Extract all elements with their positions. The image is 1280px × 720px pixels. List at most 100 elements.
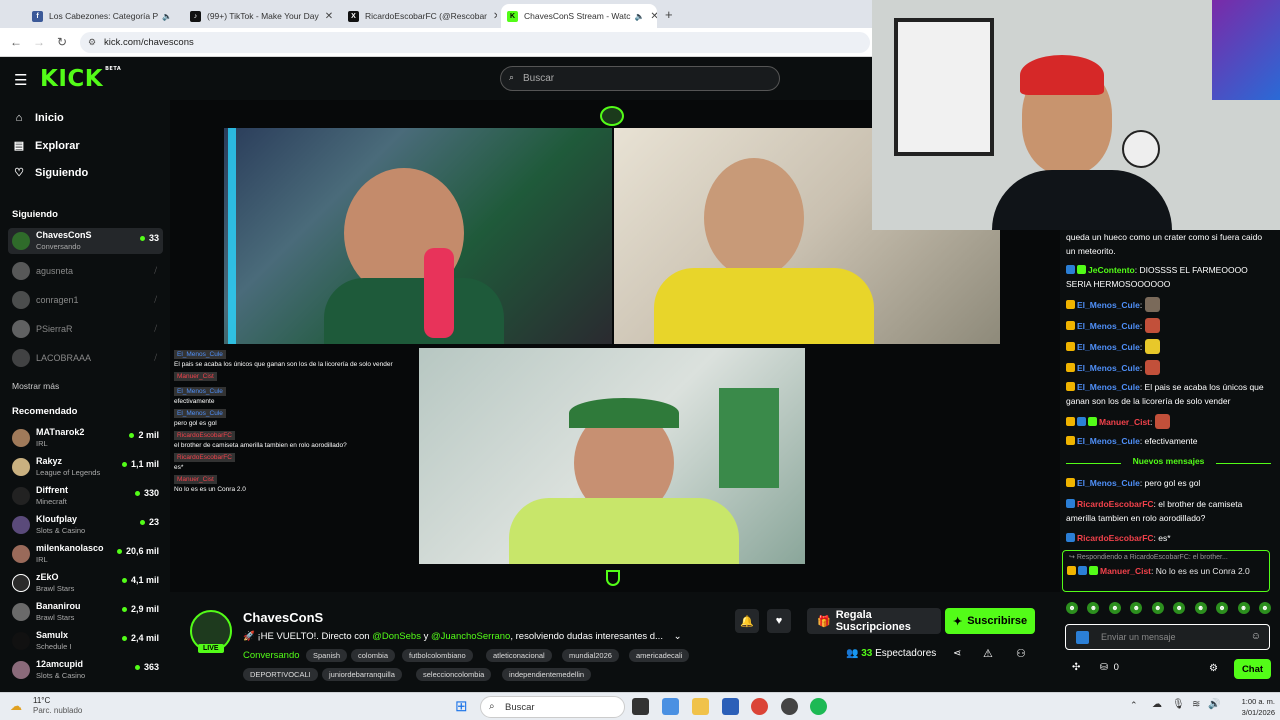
url-field[interactable]: ⚙ kick.com/chavescons <box>80 32 870 53</box>
microphone-icon[interactable]: 🎙 <box>1172 699 1185 710</box>
store-icon[interactable] <box>722 698 739 715</box>
tag[interactable]: futbolcolombiano <box>402 649 473 662</box>
site-info-icon[interactable]: ⚙ <box>88 37 96 48</box>
sidebar-item-lacobraaa[interactable]: LACOBRAAA ⧸ <box>8 345 163 371</box>
tag[interactable]: juniordebarranquilla <box>322 668 402 681</box>
chat-username[interactable]: El_Menos_Cule <box>1077 363 1140 373</box>
emote-icon[interactable]: ☻ <box>1130 602 1143 614</box>
chat-username[interactable]: El_Menos_Cule <box>1077 321 1140 331</box>
browser-tab-2[interactable]: ♪ (99+) TikTok - Make Your Day ✕ <box>184 4 334 28</box>
mention-link[interactable]: @JuanchoSerrano <box>431 631 510 642</box>
sidebar-item-agusneta[interactable]: agusneta ⧸ <box>8 258 163 284</box>
chat-username[interactable]: Manuer_Cist <box>1100 566 1151 576</box>
kick-logo[interactable]: KICK BETA <box>40 66 121 92</box>
sidebar-item-zeko[interactable]: zEkO Brawl Stars 4,1 mil <box>8 570 163 596</box>
emoji-icon[interactable]: ☺ <box>1251 631 1261 642</box>
tag[interactable]: seleccioncolombia <box>416 668 492 681</box>
emote-icon[interactable]: ☻ <box>1066 602 1078 614</box>
sidebar-item-rakyz[interactable]: Rakyz League of Legends 1,1 mil <box>8 454 163 480</box>
sidebar-item-samulx[interactable]: Samulx Schedule I 2,4 mil <box>8 628 163 654</box>
task-view-icon[interactable] <box>632 698 649 715</box>
sidebar-item-matnarok2[interactable]: MATnarok2 IRL 2 mil <box>8 425 163 451</box>
reload-icon[interactable]: ↻ <box>57 35 67 49</box>
sidebar-item-bananirou[interactable]: Bananirou Brawl Stars 2,9 mil <box>8 599 163 625</box>
back-icon[interactable]: ← <box>10 35 22 49</box>
system-clock[interactable]: 1:00 a. m. 3/01/2026 <box>1225 696 1275 718</box>
tag[interactable]: americadecali <box>629 649 690 662</box>
subscribe-button[interactable]: ✦ Suscribirse <box>945 608 1035 634</box>
nav-inicio[interactable]: ⌂ Inicio <box>12 112 64 124</box>
taskbar-search[interactable]: ⌕ Buscar <box>480 696 625 718</box>
chat-username[interactable]: El_Menos_Cule <box>1077 300 1140 310</box>
tag[interactable]: atleticonacional <box>486 649 552 662</box>
chat-username[interactable]: El_Menos_Cule <box>1077 436 1140 446</box>
windows-start-icon[interactable]: ⊞ <box>455 697 468 715</box>
search-input[interactable]: ⌕ Buscar <box>500 66 780 91</box>
volume-icon[interactable]: 🔊 <box>1208 699 1220 710</box>
emote-icon[interactable]: ☻ <box>1216 602 1229 614</box>
channel-name[interactable]: ChavesConS <box>243 610 323 625</box>
browser-tab-1[interactable]: f Los Cabezones: Categoría P 🔈 ✕ <box>26 4 176 28</box>
report-icon[interactable]: ⚠ <box>983 647 993 660</box>
tag[interactable]: mundial2026 <box>562 649 619 662</box>
tag[interactable]: colombia <box>351 649 396 662</box>
sidebar-item-psierrar[interactable]: PSierraR ⧸ <box>8 316 163 342</box>
widgets-icon[interactable] <box>662 698 679 715</box>
tag[interactable]: independientemedellin <box>502 668 592 681</box>
tray-chevron-icon[interactable]: ⌃ <box>1130 700 1138 711</box>
sidebar-item-chavescons[interactable]: ChavesConS Conversando 33 <box>8 228 163 254</box>
channel-points[interactable]: ⛁ 0 <box>1100 662 1119 673</box>
settings-gear-icon[interactable]: ⚙ <box>1209 663 1218 674</box>
stream-category[interactable]: Conversando <box>243 650 300 661</box>
forward-icon[interactable]: → <box>33 35 45 49</box>
mention-link[interactable]: @DonSebs <box>372 631 421 642</box>
chat-username[interactable]: El_Menos_Cule <box>1077 342 1140 352</box>
weather-widget[interactable]: 11°C Parc. nublado <box>33 696 82 716</box>
chat-username[interactable]: RicardoEscobarFC <box>1077 533 1154 543</box>
close-tab-icon[interactable]: ✕ <box>319 11 333 22</box>
follow-button[interactable]: ♥ <box>767 609 791 633</box>
close-tab-icon[interactable]: ✕ <box>644 11 657 22</box>
emote-icon[interactable]: ☻ <box>1194 602 1207 614</box>
wifi-icon[interactable]: ≋ <box>1192 699 1200 710</box>
chat-username[interactable]: Manuer_Cist <box>1099 417 1150 427</box>
share-icon[interactable]: ⋖ <box>953 648 961 659</box>
new-messages-divider[interactable]: Nuevos mensajes <box>1066 456 1271 470</box>
close-tab-icon[interactable]: ✕ <box>172 11 176 22</box>
tag[interactable]: DEPORTIVOCALI <box>243 668 318 681</box>
chrome-icon[interactable] <box>751 698 768 715</box>
chat-username[interactable]: JeContento <box>1088 265 1135 275</box>
emote-icon[interactable]: ☻ <box>1087 602 1100 614</box>
sidebar-item-diffrent[interactable]: Diffrent Minecraft 330 <box>8 483 163 509</box>
chat-username[interactable]: RicardoEscobarFC <box>1077 499 1154 509</box>
notification-bell-button[interactable]: 🔔 <box>735 609 759 633</box>
chat-username[interactable]: El_Menos_Cule <box>1077 382 1140 392</box>
chat-username[interactable]: El_Menos_Cule <box>1077 478 1140 488</box>
sidebar-item-milenkanolasco[interactable]: milenkanolasco IRL 20,6 mil <box>8 541 163 567</box>
emote-icon[interactable]: ☻ <box>1108 602 1121 614</box>
user-add-icon[interactable]: ⚇ <box>1016 647 1026 660</box>
send-chat-button[interactable]: Chat <box>1234 659 1271 679</box>
app-icon[interactable] <box>781 698 798 715</box>
nav-explorar[interactable]: ▤ Explorar <box>12 139 80 153</box>
emote-icon[interactable]: ☻ <box>1258 602 1271 614</box>
show-more-link[interactable]: Mostrar más <box>12 381 59 391</box>
emote-icon[interactable]: ☻ <box>1173 602 1186 614</box>
emote-icon[interactable]: ☻ <box>1237 602 1250 614</box>
browser-tab-4[interactable]: K ChavesConS Stream - Watc 🔈 ✕ <box>501 4 657 28</box>
sidebar-item-12amcupid[interactable]: 12amcupid Slots & Casino 363 <box>8 657 163 683</box>
sidebar-item-conragen1[interactable]: conragen1 ⧸ <box>8 287 163 313</box>
emote-icon[interactable]: ☻ <box>1151 602 1164 614</box>
menu-icon[interactable]: ☰ <box>14 71 27 89</box>
tag[interactable]: Spanish <box>306 649 348 662</box>
chevron-down-icon[interactable]: ⌄ <box>674 631 682 642</box>
close-tab-icon[interactable]: ✕ <box>487 11 497 22</box>
file-explorer-icon[interactable] <box>692 698 709 715</box>
gift-icon[interactable]: ✣ <box>1072 662 1080 673</box>
browser-tab-3[interactable]: X RicardoEscobarFC (@Rescobar ✕ <box>342 4 497 28</box>
chat-input[interactable]: Enviar un mensaje ☺ <box>1065 624 1270 650</box>
nav-siguiendo[interactable]: ♡ Siguiendo <box>12 166 88 180</box>
spotify-icon[interactable] <box>810 698 827 715</box>
new-tab-icon[interactable]: + <box>665 7 673 22</box>
sidebar-item-kloufplay[interactable]: Kloufplay Slots & Casino 23 <box>8 512 163 538</box>
